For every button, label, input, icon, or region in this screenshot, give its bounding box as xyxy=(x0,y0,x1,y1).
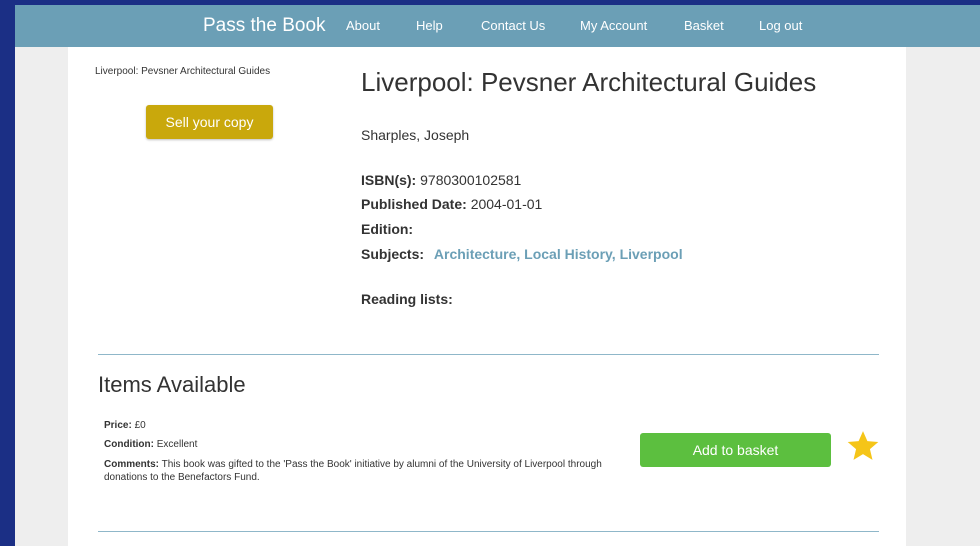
published-value: 2004-01-01 xyxy=(470,196,543,212)
section-divider-bottom xyxy=(98,531,879,532)
sell-your-copy-button[interactable]: Sell your copy xyxy=(146,105,273,139)
price-value: £0 xyxy=(134,420,146,431)
item-comments: Comments: This book was gifted to the 'P… xyxy=(104,458,614,484)
star-icon[interactable] xyxy=(846,429,880,463)
nav-about[interactable]: About xyxy=(346,18,380,33)
subjects-label: Subjects: xyxy=(361,246,425,262)
main-nav: About Help Contact Us My Account Basket … xyxy=(15,18,980,38)
nav-my-account[interactable]: My Account xyxy=(580,18,647,33)
nav-contact-us[interactable]: Contact Us xyxy=(481,18,545,33)
edition-label: Edition: xyxy=(361,221,414,237)
reading-lists-row: Reading lists: xyxy=(361,291,453,307)
condition-label: Condition: xyxy=(104,439,154,450)
item-condition: Condition: Excellent xyxy=(104,439,197,450)
edition-row: Edition: xyxy=(361,221,413,237)
condition-value: Excellent xyxy=(156,439,198,450)
book-author: Sharples, Joseph xyxy=(361,127,470,143)
comments-label: Comments: xyxy=(104,459,160,470)
top-nav-bar: Pass the Book About Help Contact Us My A… xyxy=(15,5,980,47)
items-available-heading: Items Available xyxy=(98,372,246,397)
window-edge xyxy=(0,0,15,546)
item-price: Price: £0 xyxy=(104,420,146,431)
nav-help[interactable]: Help xyxy=(416,18,443,33)
published-label: Published Date: xyxy=(361,196,467,212)
nav-log-out[interactable]: Log out xyxy=(759,18,802,33)
subjects-links[interactable]: Architecture, Local History, Liverpool xyxy=(434,246,683,262)
price-label: Price: xyxy=(104,420,132,431)
isbn-value: 9780300102581 xyxy=(420,172,522,188)
book-title: Liverpool: Pevsner Architectural Guides xyxy=(361,67,817,97)
section-divider xyxy=(98,354,879,355)
subjects-row: Subjects: Architecture, Local History, L… xyxy=(361,246,683,262)
isbn-row: ISBN(s): 9780300102581 xyxy=(361,172,521,188)
comments-value: This book was gifted to the 'Pass the Bo… xyxy=(104,459,602,483)
published-row: Published Date: 2004-01-01 xyxy=(361,196,542,212)
add-to-basket-button[interactable]: Add to basket xyxy=(640,433,831,467)
reading-lists-label: Reading lists: xyxy=(361,291,453,307)
nav-basket[interactable]: Basket xyxy=(684,18,724,33)
book-cover-alt-text: Liverpool: Pevsner Architectural Guides xyxy=(95,66,271,77)
isbn-label: ISBN(s): xyxy=(361,172,417,188)
